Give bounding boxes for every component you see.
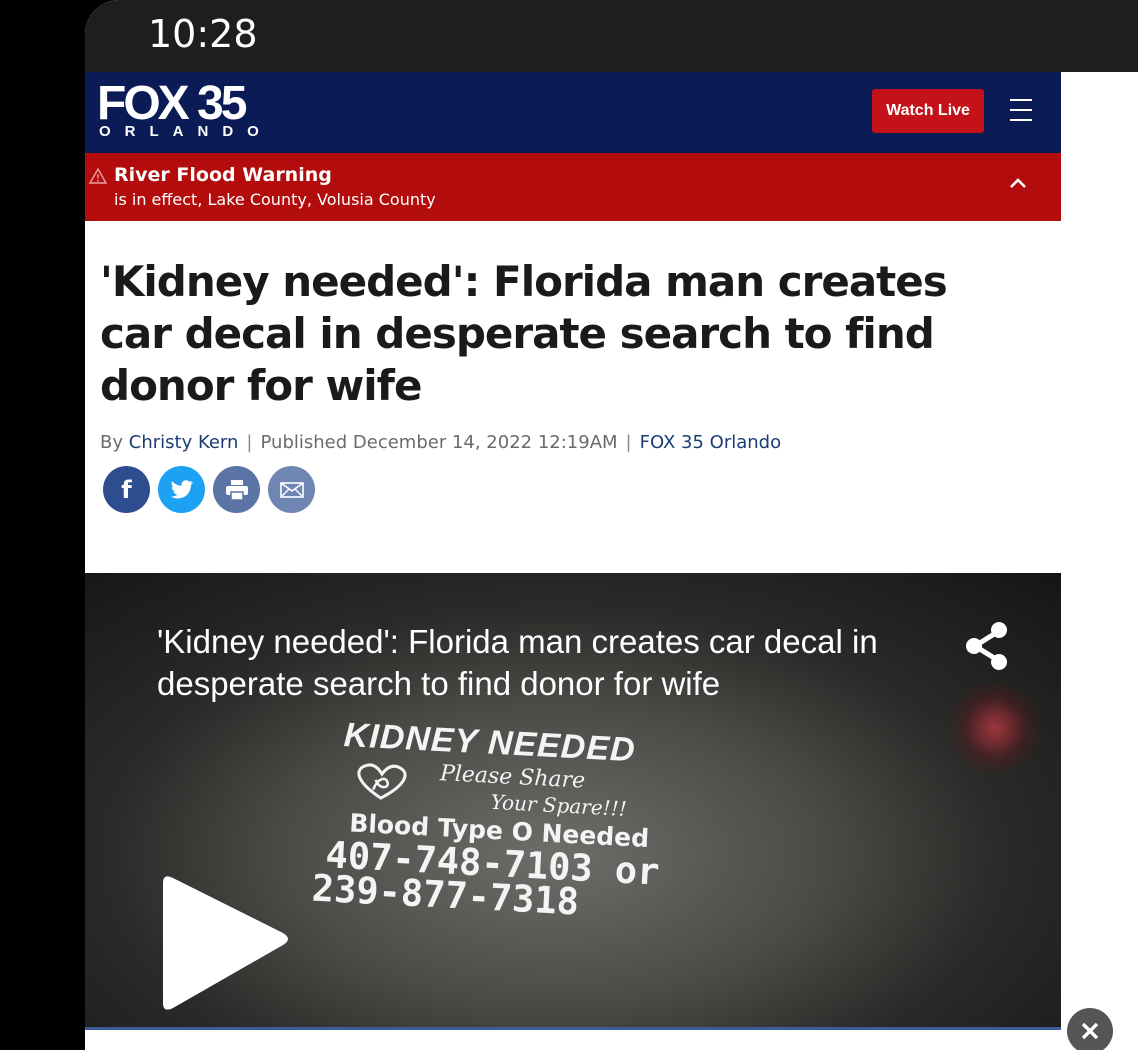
background-lights — [945, 683, 1045, 773]
twitter-icon — [170, 479, 193, 498]
email-icon — [279, 481, 304, 498]
email-share-button[interactable] — [268, 466, 315, 513]
facebook-share-button[interactable]: f — [103, 466, 150, 513]
video-progress-line — [85, 1027, 1061, 1030]
watch-live-button[interactable]: Watch Live — [872, 89, 984, 133]
hamburger-menu-icon[interactable] — [1010, 99, 1032, 123]
print-share-button[interactable] — [213, 466, 260, 513]
warning-triangle-icon — [89, 168, 107, 184]
author-link[interactable]: Christy Kern — [129, 432, 239, 453]
video-title: 'Kidney needed': Florida man creates car… — [157, 623, 878, 702]
side-gutter — [1061, 72, 1138, 1050]
source-link[interactable]: FOX 35 Orlando — [640, 432, 782, 453]
heart-ribbon-icon — [357, 763, 407, 800]
byline-separator: | — [625, 432, 632, 453]
article-byline: By Christy Kern | Published December 14, 2… — [100, 432, 781, 453]
article-headline: 'Kidney needed': Florida man creates car… — [100, 257, 948, 410]
car-decal: KIDNEY NEEDED Please Share Your Spare!!!… — [311, 715, 805, 940]
byline-separator: | — [246, 432, 253, 453]
close-button[interactable] — [1067, 1008, 1113, 1050]
published-date: Published December 14, 2022 12:19AM — [260, 432, 618, 453]
twitter-share-button[interactable] — [158, 466, 205, 513]
play-icon[interactable] — [155, 871, 295, 1016]
print-icon — [225, 479, 248, 501]
status-bar: 10:28 — [85, 0, 1138, 72]
alert-description: is in effect, Lake County, Volusia Count… — [114, 190, 436, 209]
share-icon[interactable] — [963, 621, 1011, 671]
phone-screen: 10:28 FOX 35 ORLANDO Watch Live River Fl… — [85, 0, 1138, 1050]
status-time: 10:28 — [148, 12, 258, 56]
chevron-up-icon[interactable] — [1008, 176, 1028, 190]
share-buttons: f — [103, 466, 315, 513]
weather-alert-banner[interactable]: River Flood Warning is in effect, Lake C… — [85, 153, 1061, 221]
alert-title: River Flood Warning — [114, 164, 332, 186]
byline-prefix: By — [100, 432, 124, 453]
facebook-icon: f — [121, 475, 132, 504]
logo-sub: ORLANDO — [99, 123, 273, 140]
close-icon — [1081, 1022, 1099, 1040]
video-player[interactable]: 'Kidney needed': Florida man creates car… — [85, 573, 1061, 1028]
site-header: FOX 35 ORLANDO Watch Live — [85, 72, 1061, 153]
